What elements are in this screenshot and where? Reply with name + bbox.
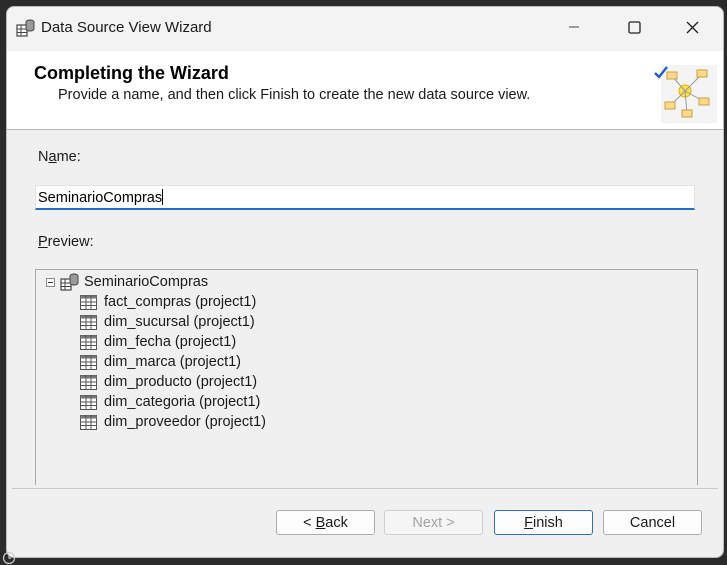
page-title: Completing the Wizard	[34, 63, 229, 83]
collapse-icon[interactable]	[46, 277, 55, 287]
minimize-icon	[569, 26, 579, 28]
name-label: Name:	[38, 149, 81, 165]
tree-item-label: dim_marca (project1)	[104, 354, 241, 370]
table-icon	[80, 414, 97, 430]
name-field-value: SeminarioCompras	[38, 190, 163, 206]
cancel-button[interactable]: Cancel	[603, 510, 702, 535]
page-subtitle: Provide a name, and then click Finish to…	[58, 87, 531, 103]
tree-item[interactable]: dim_sucursal (project1)	[80, 312, 266, 332]
text-caret	[162, 189, 164, 205]
tree-item-label: dim_categoria (project1)	[104, 394, 261, 410]
title-bar: Data Source View Wizard	[7, 7, 723, 51]
tree-item-label: fact_compras (project1)	[104, 294, 257, 310]
clock-icon	[2, 551, 16, 565]
tree-children: fact_compras (project1) dim_sucursal (pr…	[80, 292, 266, 432]
tree-item-label: dim_producto (project1)	[104, 374, 258, 390]
finish-button[interactable]: Finish	[494, 510, 593, 535]
tree-item[interactable]: dim_marca (project1)	[80, 352, 266, 372]
tree-item[interactable]: dim_proveedor (project1)	[80, 412, 266, 432]
button-separator	[12, 488, 718, 489]
table-icon	[80, 354, 97, 370]
name-field[interactable]: SeminarioCompras	[35, 185, 695, 210]
data-source-view-icon	[60, 273, 79, 291]
table-icon	[80, 394, 97, 410]
back-button[interactable]: < Back	[276, 510, 375, 535]
maximize-icon	[627, 20, 641, 34]
maximize-button[interactable]	[605, 7, 663, 47]
table-icon	[80, 314, 97, 330]
table-icon	[80, 334, 97, 350]
table-icon	[80, 294, 97, 310]
close-button[interactable]	[663, 7, 721, 47]
tree-item-label: dim_proveedor (project1)	[104, 414, 266, 430]
tree-item[interactable]: dim_fecha (project1)	[80, 332, 266, 352]
wizard-header: Completing the Wizard Provide a name, an…	[7, 51, 723, 130]
tree-item[interactable]: fact_compras (project1)	[80, 292, 266, 312]
tree-root-label: SeminarioCompras	[84, 274, 209, 290]
tree-item[interactable]: dim_categoria (project1)	[80, 392, 266, 412]
tree-item-label: dim_fecha (project1)	[104, 334, 237, 350]
tree-item[interactable]: dim_producto (project1)	[80, 372, 266, 392]
table-icon	[80, 374, 97, 390]
preview-label: Preview:	[38, 234, 94, 250]
next-button[interactable]: Next >	[384, 510, 483, 535]
tree-item-label: dim_sucursal (project1)	[104, 314, 255, 330]
data-source-view-icon	[16, 19, 35, 37]
wizard-window: Data Source View Wizard Completing the W…	[6, 6, 724, 558]
close-icon	[686, 21, 698, 33]
window-title: Data Source View Wizard	[41, 19, 212, 36]
minimize-button[interactable]	[545, 7, 603, 47]
wizard-graphic-icon	[654, 65, 717, 123]
tree-root-node[interactable]: SeminarioCompras	[46, 272, 208, 292]
preview-tree[interactable]: SeminarioCompras fact_compras (project1)…	[35, 269, 698, 485]
